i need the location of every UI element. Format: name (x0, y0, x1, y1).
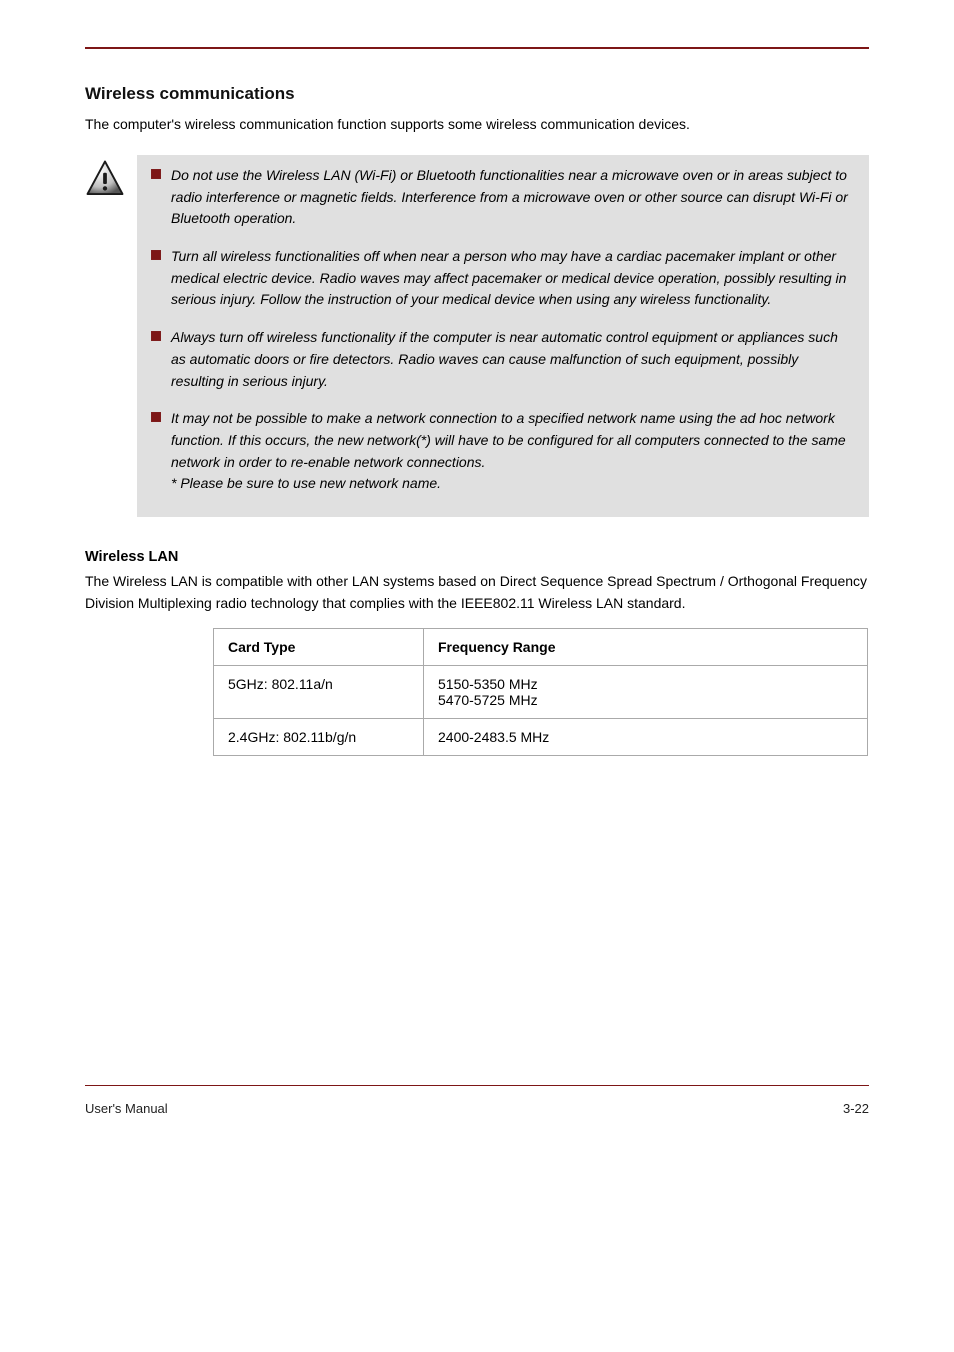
caution-text: Do not use the Wireless LAN (Wi-Fi) or B… (171, 165, 855, 230)
intro-paragraph: The computer's wireless communication fu… (85, 114, 869, 135)
table-header-cell: Card Type (214, 629, 424, 666)
bullet-icon (151, 169, 161, 179)
section-heading: Wireless communications (85, 84, 869, 104)
table-row: 5GHz: 802.11a/n 5150-5350 MHz 5470-5725 … (214, 666, 868, 719)
page-footer: User's Manual 3-22 (85, 1101, 869, 1116)
table-cell: 5150-5350 MHz 5470-5725 MHz (424, 666, 868, 719)
frequency-table: Card Type Frequency Range 5GHz: 802.11a/… (213, 628, 868, 756)
table-cell: 5GHz: 802.11a/n (214, 666, 424, 719)
caution-item: Do not use the Wireless LAN (Wi-Fi) or B… (151, 165, 855, 230)
wifi-subheading: Wireless LAN (85, 549, 869, 565)
wifi-paragraph: The Wireless LAN is compatible with othe… (85, 571, 869, 614)
caution-item: Always turn off wireless functionality i… (151, 327, 855, 392)
table-row: 2.4GHz: 802.11b/g/n 2400-2483.5 MHz (214, 719, 868, 756)
caution-text: Always turn off wireless functionality i… (171, 327, 855, 392)
footer-right: 3-22 (843, 1101, 869, 1116)
table-cell: 2400-2483.5 MHz (424, 719, 868, 756)
table-row: Card Type Frequency Range (214, 629, 868, 666)
table-header-cell: Frequency Range (424, 629, 868, 666)
bottom-rule (85, 1085, 869, 1086)
top-rule (85, 47, 869, 49)
caution-item: It may not be possible to make a network… (151, 408, 855, 495)
warning-icon (85, 159, 125, 204)
caution-text: It may not be possible to make a network… (171, 408, 855, 495)
bullet-icon (151, 412, 161, 422)
table-cell: 2.4GHz: 802.11b/g/n (214, 719, 424, 756)
caution-block: Do not use the Wireless LAN (Wi-Fi) or B… (85, 155, 869, 517)
caution-item: Turn all wireless functionalities off wh… (151, 246, 855, 311)
caution-text: Turn all wireless functionalities off wh… (171, 246, 855, 311)
caution-body: Do not use the Wireless LAN (Wi-Fi) or B… (137, 155, 869, 517)
bullet-icon (151, 331, 161, 341)
footer-left: User's Manual (85, 1101, 168, 1116)
bullet-icon (151, 250, 161, 260)
